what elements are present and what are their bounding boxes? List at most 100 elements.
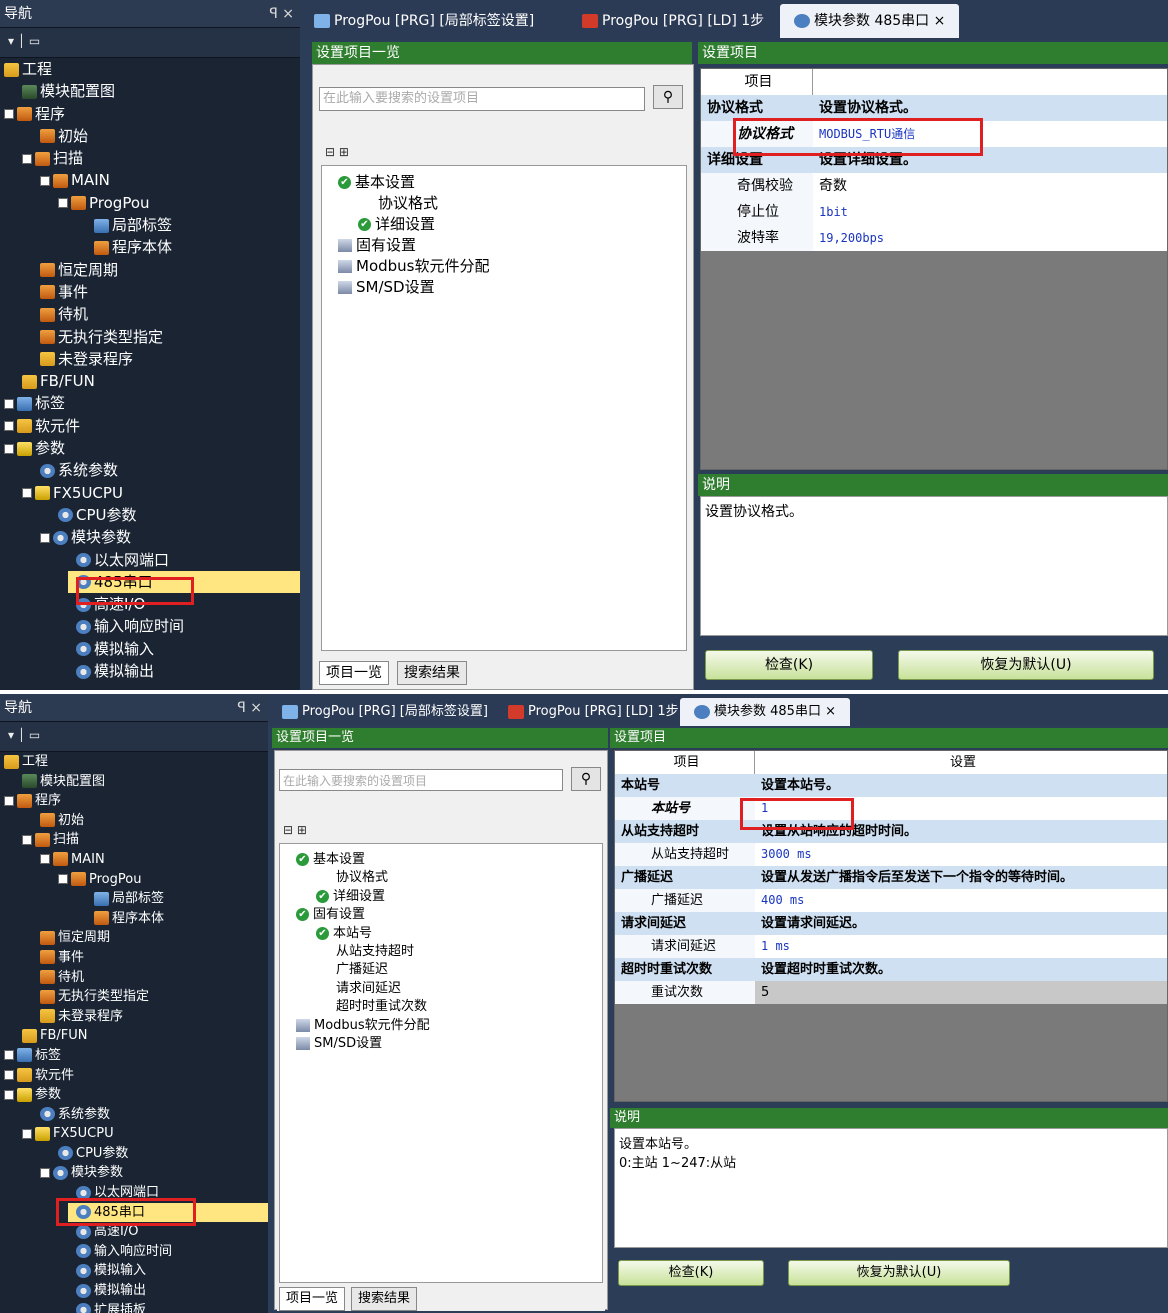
nav-tree-item[interactable]: 扫描 [0,147,300,169]
nav-tree-item[interactable]: 初始 [0,125,300,147]
nav-tree-item[interactable]: 标签 [0,1046,268,1066]
nav-tree-item[interactable]: 程序本体 [0,909,268,929]
expand-toggle-icon[interactable] [58,874,68,885]
expand-toggle-icon[interactable] [4,109,14,120]
nav-tree-item[interactable]: 高速I/O [0,593,300,615]
grid-item-value[interactable]: 奇数 [813,173,1167,199]
settings-tree-item[interactable]: 广播延迟 [336,960,388,980]
expand-toggle-icon[interactable] [40,854,50,865]
search-button[interactable]: ⚲ [653,85,683,109]
view-toggle-icon[interactable]: ▾ │ ▭ [8,728,40,742]
nav-tree-item[interactable]: 软元件 [0,1066,268,1086]
grid-item-value[interactable]: 19,200bps [813,225,1167,251]
nav-tree-item[interactable]: FB/FUN [0,370,300,392]
settings-tree-item[interactable]: Modbus软元件分配 [296,1016,430,1036]
nav-tree-item[interactable]: CPU参数 [0,1144,268,1164]
nav-tree-item[interactable]: CPU参数 [0,504,300,526]
grid-item-value[interactable]: 3000 ms [755,843,1167,866]
nav-tree-item[interactable]: 参数 [0,437,300,459]
nav-tree-item[interactable]: FX5UCPU [0,1124,268,1144]
nav-tree-item[interactable]: 无执行类型指定 [0,987,268,1007]
search-input[interactable]: 在此输入要搜索的设置项目 [319,87,645,111]
nav-tree-item[interactable]: 参数 [0,1085,268,1105]
settings-tree-item[interactable]: ✔ 固有设置 [296,905,365,925]
settings-tree-item[interactable]: ✔ 详细设置 [316,887,385,907]
nav-tree-item[interactable]: 输入响应时间 [0,1242,268,1262]
nav-tree-item[interactable]: 无执行类型指定 [0,326,300,348]
settings-tree-item[interactable]: 固有设置 [338,235,416,255]
settings-tree-item[interactable]: 超时时重试次数 [336,997,427,1017]
settings-tree-item[interactable]: ✔ 基本设置 [296,850,365,870]
grid-item-value[interactable]: 1bit [813,199,1167,225]
search-button[interactable]: ⚲ [571,767,601,791]
nav-tree-item[interactable]: 局部标签 [0,889,268,909]
nav-tree-item[interactable]: 模拟输出 [0,1281,268,1301]
nav-tree-item[interactable]: 485串口 [68,570,323,594]
nav-tree-item[interactable]: 未登录程序 [0,1007,268,1027]
nav-tree-item[interactable]: 高速I/O [0,1222,268,1242]
nav-tree-item[interactable]: 扫描 [0,830,268,850]
settings-tree-item[interactable]: 协议格式 [378,193,438,213]
grid-item-value[interactable]: 1 [755,797,1167,820]
nav-tree-item[interactable]: 以太网端口 [0,1183,268,1203]
expand-toggle-icon[interactable] [22,834,32,845]
expand-toggle-icon[interactable] [40,175,50,186]
grid-item-row[interactable]: 从站支持超时 3000 ms [615,843,1167,866]
grid-item-row[interactable]: 停止位 1bit [701,199,1167,225]
nav-tree-item[interactable]: 工程 [0,58,300,80]
tab-module-params[interactable]: 模块参数 485串口 × [780,4,960,38]
grid-item-row[interactable]: 本站号 1 [615,797,1167,820]
nav-tree-item[interactable]: MAIN [0,850,268,870]
search-input[interactable]: 在此输入要搜索的设置项目 [279,769,563,791]
grid-item-row[interactable]: 协议格式 MODBUS_RTU通信 [701,121,1167,147]
settings-tree-item[interactable]: 从站支持超时 [336,942,414,962]
settings-tree-item[interactable]: SM/SD设置 [338,277,435,297]
settings-tree-item[interactable]: SM/SD设置 [296,1034,382,1054]
nav-tree-item[interactable]: 恒定周期 [0,259,300,281]
check-button[interactable]: 检查(K) [705,650,873,680]
tab-local-labels[interactable]: ProgPou [PRG] [局部标签设置] [300,4,548,38]
expand-toggle-icon[interactable] [40,1167,50,1178]
pin-close-icon[interactable]: ꟼ × [237,694,262,722]
settings-tree-item[interactable]: 请求间延迟 [336,979,401,999]
nav-tree-item[interactable]: 系统参数 [0,1105,268,1125]
nav-tree-item[interactable]: FB/FUN [0,1026,268,1046]
tab-search-results[interactable]: 搜索结果 [397,661,467,685]
settings-tree-item[interactable]: ✔ 基本设置 [338,172,415,192]
expand-toggle-icon[interactable] [4,421,14,432]
nav-tree-item[interactable]: 模块配置图 [0,80,300,102]
grid-item-value[interactable]: MODBUS_RTU通信 [813,121,1167,147]
nav-tree-item[interactable]: 事件 [0,948,268,968]
settings-tree-item[interactable]: ✔ 本站号 [316,924,372,944]
nav-tree-item[interactable]: 软元件 [0,415,300,437]
nav-tree-item[interactable]: 模块参数 [0,1163,268,1183]
nav-tree-item[interactable]: 程序 [0,791,268,811]
view-toggle-icon[interactable]: ▾ │ ▭ [8,34,40,48]
check-button[interactable]: 检查(K) [618,1260,764,1286]
nav-tree-item[interactable]: FX5UCPU [0,482,300,504]
expand-toggle-icon[interactable] [22,1128,32,1139]
settings-tree-item[interactable]: 协议格式 [336,868,388,888]
nav-tree-item[interactable]: 程序 [0,103,300,125]
nav-tree-item[interactable]: 恒定周期 [0,928,268,948]
expand-toggle-icon[interactable] [4,398,14,409]
nav-tree-item[interactable]: 局部标签 [0,214,300,236]
tab-local-labels[interactable]: ProgPou [PRG] [局部标签设置] [268,698,502,726]
grid-item-row[interactable]: 波特率 19,200bps [701,225,1167,251]
nav-tree-item[interactable]: 模拟输入 [0,638,300,660]
tab-item-list[interactable]: 项目一览 [319,661,389,685]
grid-item-row[interactable]: 重试次数 5 [615,981,1167,1004]
settings-tree-item[interactable]: ✔ 详细设置 [358,214,435,234]
grid-item-row[interactable]: 请求间延迟 1 ms [615,935,1167,958]
grid-item-value[interactable]: 5 [755,981,1167,1004]
nav-tree-item[interactable]: 模块参数 [0,526,300,548]
nav-tree-item[interactable]: 模块配置图 [0,772,268,792]
expand-collapse-icons[interactable]: ⊟ ⊞ [325,145,349,159]
nav-tree-item[interactable]: ProgPou [0,192,300,214]
nav-tree-item[interactable]: 系统参数 [0,459,300,481]
tab-ladder[interactable]: ProgPou [PRG] [LD] 1步 [568,4,778,38]
grid-item-value[interactable]: 400 ms [755,889,1167,912]
expand-toggle-icon[interactable] [4,443,14,454]
grid-item-row[interactable]: 奇偶校验 奇数 [701,173,1167,199]
nav-tree-item[interactable]: 标签 [0,392,300,414]
